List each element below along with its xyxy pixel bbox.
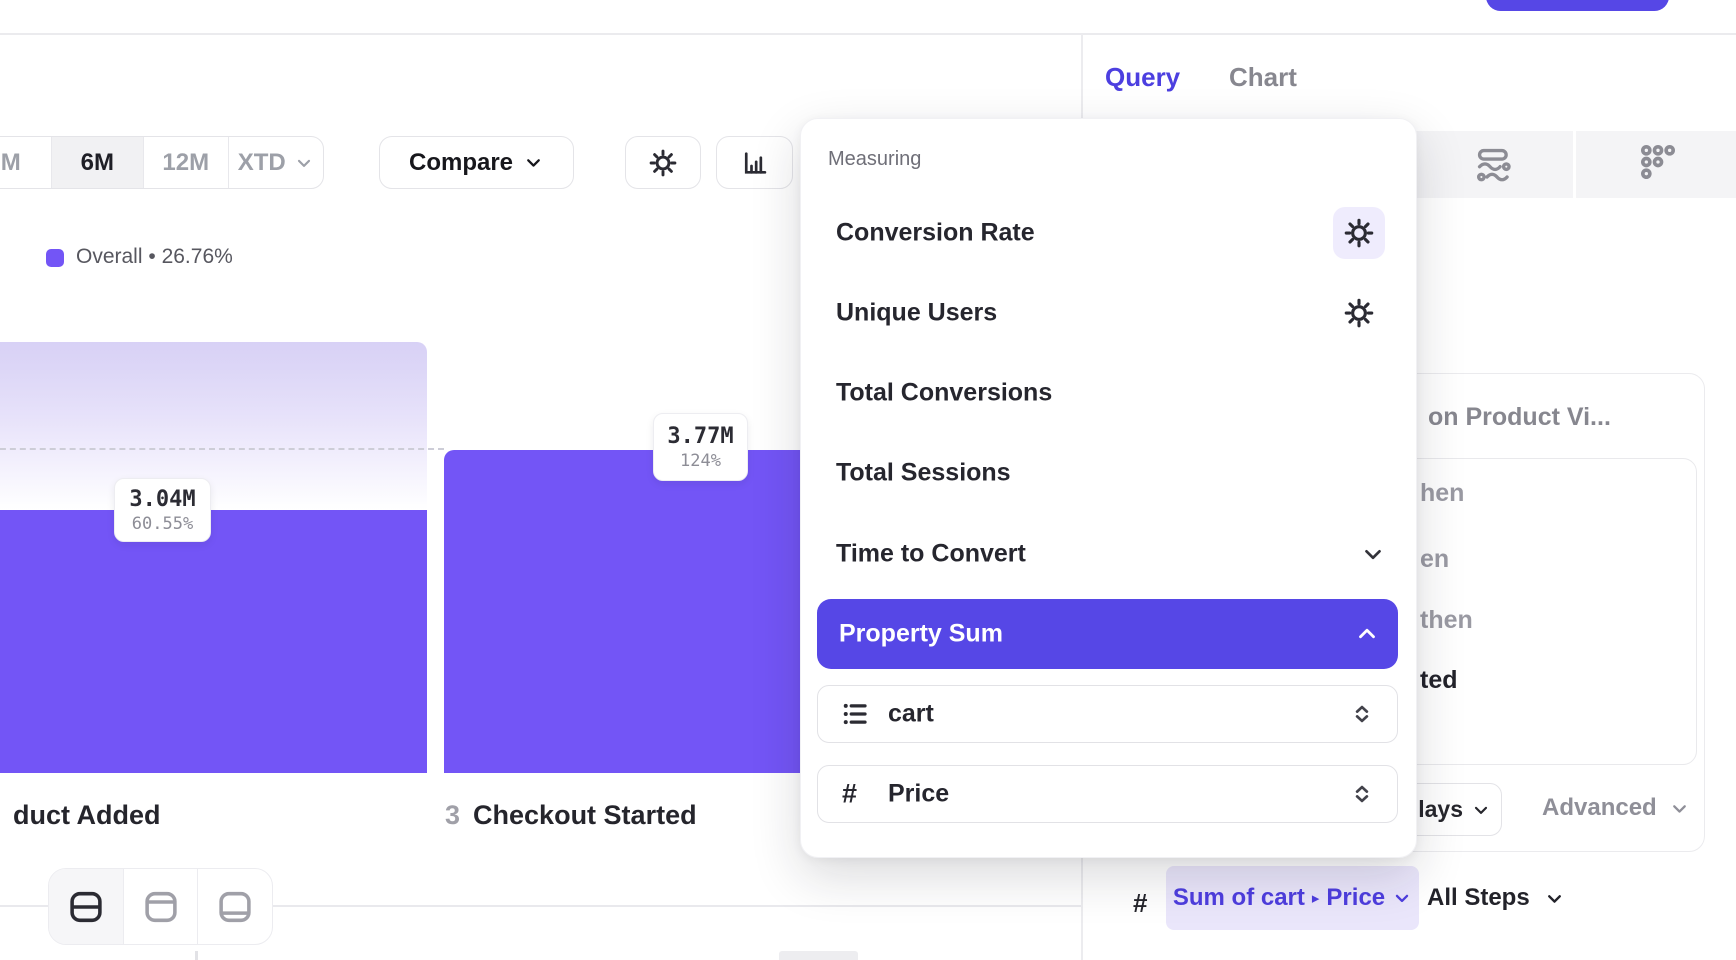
layout-bottom-panel-button[interactable] (197, 869, 271, 944)
chip-property-label: Price (1326, 884, 1385, 912)
hash-icon: # (842, 779, 857, 810)
layout-top-panel-icon (141, 887, 181, 927)
menu-item-label: Conversion Rate (836, 219, 1035, 248)
time-range-xtd-label: XTD (238, 149, 286, 177)
advanced-button[interactable]: Advanced (1542, 794, 1690, 822)
step-label-1: duct Added (0, 800, 161, 831)
compare-button[interactable]: Compare (379, 136, 574, 189)
funnel-analysis-screen: M 6M 12M XTD Compare (0, 0, 1736, 960)
chip-selection-label: Sum of cart (1173, 884, 1305, 912)
below-fold-element (779, 951, 858, 960)
step-row-fragment: ted (1420, 666, 1458, 695)
triangle-right-icon: ▸ (1312, 889, 1320, 907)
header-divider (0, 33, 1736, 35)
hash-icon: # (1133, 888, 1147, 919)
menu-item-label: Property Sum (839, 620, 1003, 649)
property-event-selector[interactable]: cart (817, 685, 1398, 743)
gear-icon (1344, 298, 1374, 328)
time-range-segmented-control: M 6M 12M XTD (0, 136, 324, 189)
chevron-down-icon (294, 153, 314, 173)
gear-icon (1344, 218, 1374, 248)
step-row-fragment: en (1420, 545, 1449, 574)
step-2-number: 3 (445, 800, 460, 831)
reference-dashed-line (0, 448, 444, 450)
all-steps-label: All Steps (1427, 884, 1530, 912)
funnel-chart-type-button[interactable] (1472, 143, 1516, 187)
chevron-down-icon (1669, 798, 1690, 819)
layout-switcher (48, 868, 273, 945)
step-1-name: duct Added (13, 800, 161, 831)
advanced-label: Advanced (1542, 794, 1657, 822)
chevron-down-icon (523, 152, 544, 173)
tab-query[interactable]: Query (1105, 62, 1180, 93)
time-range-6m[interactable]: 6M (51, 137, 143, 188)
menu-item-property-sum-selected[interactable]: Property Sum (817, 599, 1398, 669)
list-icon (840, 699, 870, 729)
conversion-window-label: lays (1418, 796, 1463, 823)
bar-2-tooltip: 3.77M 124% (653, 413, 748, 481)
menu-item-label: Total Sessions (836, 459, 1011, 488)
selected-property-value: Price (888, 780, 949, 809)
layout-top-panel-button[interactable] (123, 869, 197, 944)
menu-item-total-conversions[interactable]: Total Conversions (801, 363, 1418, 423)
bar-chart-icon (741, 149, 769, 177)
gear-icon (649, 149, 677, 177)
legend-separator: • (148, 245, 155, 268)
bar-1-value: 3.04M (129, 487, 195, 512)
card-title: on Product Vi... (1428, 403, 1611, 432)
bar-2-percent: 124% (680, 451, 721, 471)
up-down-stepper-icon (1349, 781, 1375, 807)
dots-grid-icon (1638, 142, 1678, 182)
layout-bottom-panel-icon (215, 887, 255, 927)
menu-item-label: Total Conversions (836, 379, 1052, 408)
menu-item-label: Time to Convert (836, 540, 1026, 569)
menu-item-time-to-convert[interactable]: Time to Convert (801, 524, 1418, 584)
funnel-trend-icon (1475, 146, 1513, 184)
property-name-selector[interactable]: # Price (817, 765, 1398, 823)
chart-settings-button[interactable] (625, 136, 701, 189)
measuring-dropdown: Measuring Conversion Rate Unique Users (800, 118, 1417, 858)
step-label-2: 3 Checkout Started (445, 800, 697, 831)
funnel-bar-1[interactable] (0, 510, 427, 773)
chevron-up-icon (1354, 621, 1380, 647)
legend-series-name: Overall (76, 245, 143, 268)
selected-event-value: cart (888, 700, 934, 729)
bar-2-value: 3.77M (667, 424, 733, 449)
funnel-bar-1-unconverted[interactable] (0, 342, 427, 510)
layout-split-rows-icon (66, 887, 106, 927)
chevron-down-icon (1392, 888, 1412, 908)
toolbar-separator (1573, 131, 1576, 198)
measure-property-chip[interactable]: Sum of cart ▸ Price (1166, 866, 1419, 930)
layout-split-rows-button[interactable] (49, 869, 123, 944)
legend-conversion-value: 26.76% (162, 245, 233, 268)
conversion-rate-settings-button[interactable] (1333, 207, 1385, 259)
time-range-m[interactable]: M (0, 137, 51, 188)
chevron-down-icon (1359, 540, 1387, 568)
menu-item-label: Unique Users (836, 299, 997, 328)
menu-item-total-sessions[interactable]: Total Sessions (801, 443, 1418, 503)
breakdown-grid-button[interactable] (1636, 140, 1680, 184)
primary-action-button[interactable] (1486, 0, 1669, 11)
tab-chart[interactable]: Chart (1229, 62, 1297, 93)
bar-1-tooltip: 3.04M 60.55% (114, 478, 211, 542)
time-range-12m[interactable]: 12M (143, 137, 228, 188)
menu-item-unique-users[interactable]: Unique Users (801, 283, 1418, 343)
legend-label: Overall • 26.76% (76, 245, 233, 269)
chart-type-button[interactable] (716, 136, 793, 189)
step-row-fragment: hen (1420, 479, 1464, 508)
time-range-xtd[interactable]: XTD (228, 137, 323, 188)
unique-users-settings-button[interactable] (1333, 287, 1385, 339)
below-fold-tick (195, 951, 198, 960)
chevron-down-icon (1544, 888, 1565, 909)
measuring-title: Measuring (828, 148, 921, 171)
bar-1-percent: 60.55% (132, 514, 193, 534)
step-2-name: Checkout Started (473, 800, 697, 831)
step-row-fragment: then (1420, 606, 1473, 635)
compare-label: Compare (409, 149, 513, 177)
legend-swatch (46, 249, 64, 267)
up-down-stepper-icon (1349, 701, 1375, 727)
menu-item-conversion-rate[interactable]: Conversion Rate (801, 203, 1418, 263)
chevron-down-icon (1471, 800, 1491, 820)
all-steps-selector[interactable]: All Steps (1427, 866, 1565, 930)
